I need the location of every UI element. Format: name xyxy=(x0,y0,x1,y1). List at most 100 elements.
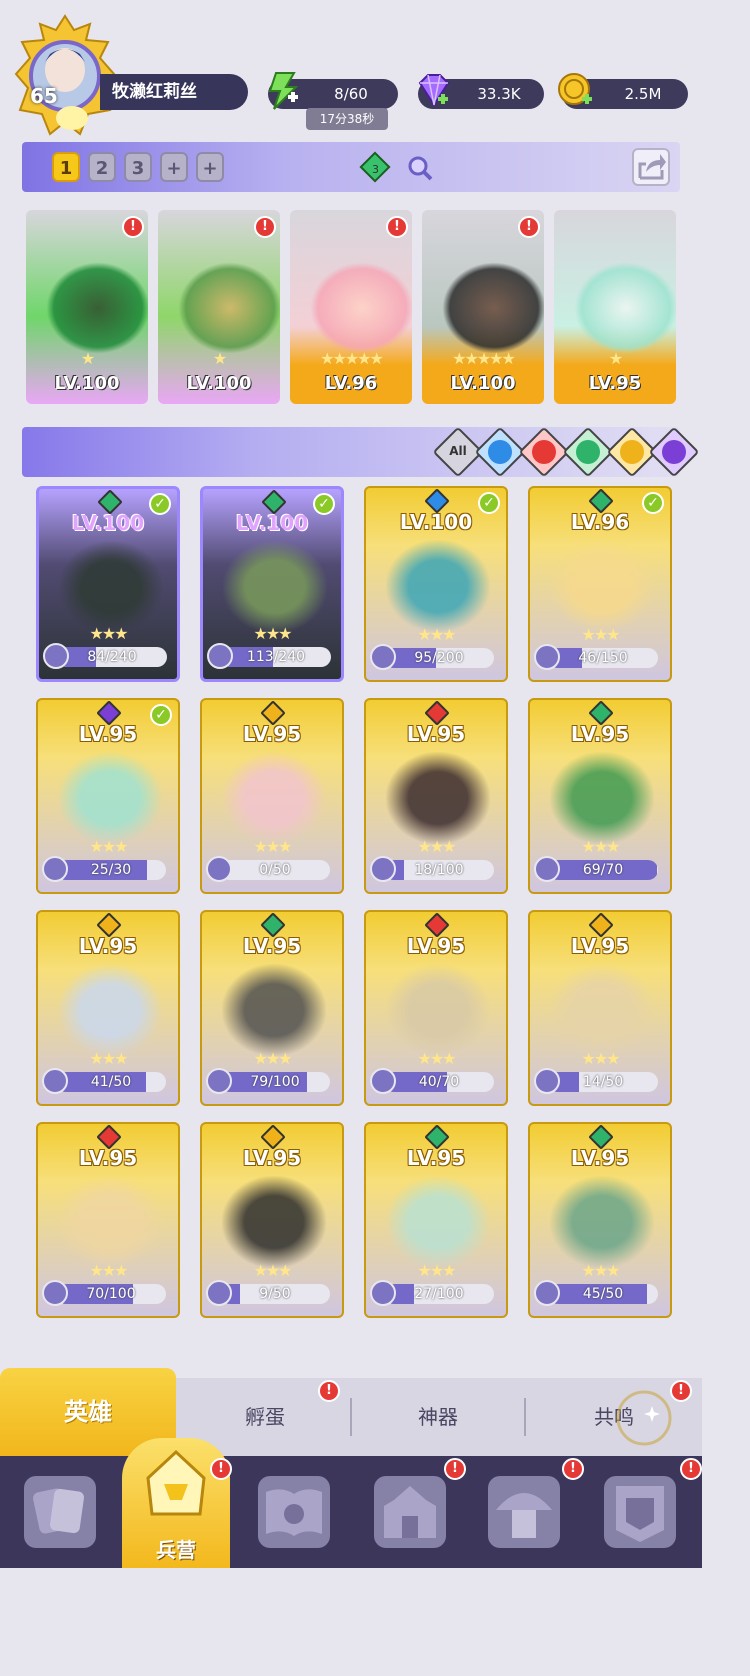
hero-portrait xyxy=(386,752,490,844)
hero-stars: ★★★ xyxy=(417,837,456,856)
filter-all-label: All xyxy=(449,444,467,458)
alert-badge: ! xyxy=(680,1458,702,1480)
hero-level: LV.95 xyxy=(570,722,630,746)
hero-portrait xyxy=(178,262,280,354)
hero-portrait xyxy=(58,1176,162,1268)
hero-card[interactable]: ✓ LV.100 ★★★ 84/240 xyxy=(36,486,180,682)
sparkle-ring-icon xyxy=(616,1390,672,1446)
hero-portrait xyxy=(59,541,163,633)
fragment-icon xyxy=(206,1068,232,1094)
team-slot-5[interactable]: ★ LV.95 xyxy=(554,210,676,404)
team-slot-1[interactable]: ★ LV.100 ! xyxy=(26,210,148,404)
fragment-count: 70/100 xyxy=(86,1286,136,1302)
water-icon xyxy=(488,440,512,464)
fragment-progress-bar: 14/50 xyxy=(548,1072,658,1092)
team-slot-2[interactable]: ★ LV.100 ! xyxy=(158,210,280,404)
hero-level: LV.95 xyxy=(78,1146,138,1170)
hero-card[interactable]: ✓ LV.100 ★★★ 95/200 xyxy=(364,486,508,682)
hero-portrait xyxy=(222,964,326,1056)
team-tab-2[interactable]: 2 xyxy=(88,152,116,182)
nav-shop-icon[interactable] xyxy=(488,1476,560,1548)
team-slot-level: LV.100 xyxy=(54,373,120,394)
hero-level: LV.95 xyxy=(78,934,138,958)
fragment-icon xyxy=(206,856,232,882)
alert-badge: ! xyxy=(444,1458,466,1480)
hero-level: LV.95 xyxy=(406,722,466,746)
hero-stars: ★★★ xyxy=(581,1261,620,1280)
gold-pill[interactable]: 2.5M xyxy=(558,73,688,109)
hero-level: LV.95 xyxy=(78,722,138,746)
hero-card[interactable]: ✓ LV.96 ★★★ 46/150 xyxy=(528,486,672,682)
hero-stars: ★★★ xyxy=(417,1261,456,1280)
fragment-count: 40/70 xyxy=(418,1074,460,1090)
team-slot-4[interactable]: ★★★★★ LV.100 ! xyxy=(422,210,544,404)
team-bar: 1 2 3 + + xyxy=(22,142,680,192)
nav-book-icon[interactable] xyxy=(258,1476,330,1548)
hero-stars: ★★★ xyxy=(253,1049,292,1068)
fragment-progress-bar: 40/70 xyxy=(384,1072,494,1092)
alert-badge: ! xyxy=(562,1458,584,1480)
hero-portrait xyxy=(550,964,654,1056)
energy-pill[interactable]: 8/60 xyxy=(268,72,398,110)
hero-stars: ★★★ xyxy=(581,1049,620,1068)
hero-portrait xyxy=(58,964,162,1056)
fragment-count: 14/50 xyxy=(582,1074,624,1090)
fragment-count: 9/50 xyxy=(259,1286,291,1302)
fragment-progress-bar: 9/50 xyxy=(220,1284,330,1304)
hero-card[interactable]: LV.95 ★★★ 41/50 xyxy=(36,910,180,1106)
fragment-progress-bar: 25/30 xyxy=(56,860,166,880)
cards-icon xyxy=(33,1488,85,1534)
hero-card[interactable]: ✓ LV.100 ★★★ 113/240 xyxy=(200,486,344,682)
hero-card[interactable]: LV.95 ★★★ 27/100 xyxy=(364,1122,508,1318)
hero-portrait xyxy=(442,262,544,354)
tab-artifacts[interactable]: 神器 xyxy=(352,1378,524,1456)
hero-card[interactable]: LV.95 ★★★ 14/50 xyxy=(528,910,672,1106)
fragment-progress-bar: 27/100 xyxy=(384,1284,494,1304)
hero-card[interactable]: LV.95 ★★★ 69/70 xyxy=(528,698,672,894)
nav-castle-icon[interactable] xyxy=(374,1476,446,1548)
alert-badge: ! xyxy=(254,216,276,238)
team-tab-add-1[interactable]: + xyxy=(160,152,188,182)
energy-timer: 17分38秒 xyxy=(306,108,388,130)
guild-banner-icon xyxy=(616,1486,664,1542)
hero-level: LV.96 xyxy=(570,510,630,534)
player-level: 65 xyxy=(30,84,58,108)
team-tab-3[interactable]: 3 xyxy=(124,152,152,182)
alert-badge: ! xyxy=(122,216,144,238)
hero-card[interactable]: LV.95 ★★★ 79/100 xyxy=(200,910,344,1106)
team-tab-1[interactable]: 1 xyxy=(52,152,80,182)
team-slot-level: LV.100 xyxy=(186,373,252,394)
hero-card[interactable]: LV.95 ★★★ 45/50 xyxy=(528,1122,672,1318)
nav-barracks-label: 兵营 xyxy=(156,1538,196,1562)
hero-card[interactable]: LV.95 ★★★ 40/70 xyxy=(364,910,508,1106)
hero-stars: ★★★ xyxy=(581,625,620,644)
hero-level: LV.95 xyxy=(570,934,630,958)
hero-level: LV.95 xyxy=(406,1146,466,1170)
hero-level: LV.95 xyxy=(570,1146,630,1170)
hero-level: LV.95 xyxy=(242,1146,302,1170)
fragment-icon xyxy=(534,856,560,882)
nav-cards-icon[interactable] xyxy=(24,1476,96,1548)
fragment-progress-bar: 0/50 xyxy=(220,860,330,880)
fragment-progress-bar: 69/70 xyxy=(548,860,658,880)
hero-stars: ★★★ xyxy=(253,1261,292,1280)
hero-card[interactable]: LV.95 ★★★ 18/100 xyxy=(364,698,508,894)
team-share-button[interactable] xyxy=(632,148,670,186)
hero-card[interactable]: LV.95 ★★★ 70/100 xyxy=(36,1122,180,1318)
light-icon xyxy=(620,440,644,464)
hero-card[interactable]: ✓ LV.95 ★★★ 25/30 xyxy=(36,698,180,894)
barracks-icon xyxy=(146,1449,206,1516)
gem-pill[interactable]: 33.3K xyxy=(418,74,544,109)
team-search-icon[interactable] xyxy=(406,154,434,182)
alert-badge: ! xyxy=(386,216,408,238)
team-tab-add-2[interactable]: + xyxy=(196,152,224,182)
fragment-count: 45/50 xyxy=(582,1286,624,1302)
hero-portrait xyxy=(58,752,162,844)
hero-portrait xyxy=(550,540,654,632)
fragment-count: 113/240 xyxy=(246,649,306,665)
team-slot-3[interactable]: ★★★★★ LV.96 ! xyxy=(290,210,412,404)
hero-card[interactable]: LV.95 ★★★ 0/50 xyxy=(200,698,344,894)
gold-coin-icon xyxy=(558,73,592,105)
hero-card[interactable]: LV.95 ★★★ 9/50 xyxy=(200,1122,344,1318)
nav-guild-icon[interactable] xyxy=(604,1476,676,1548)
